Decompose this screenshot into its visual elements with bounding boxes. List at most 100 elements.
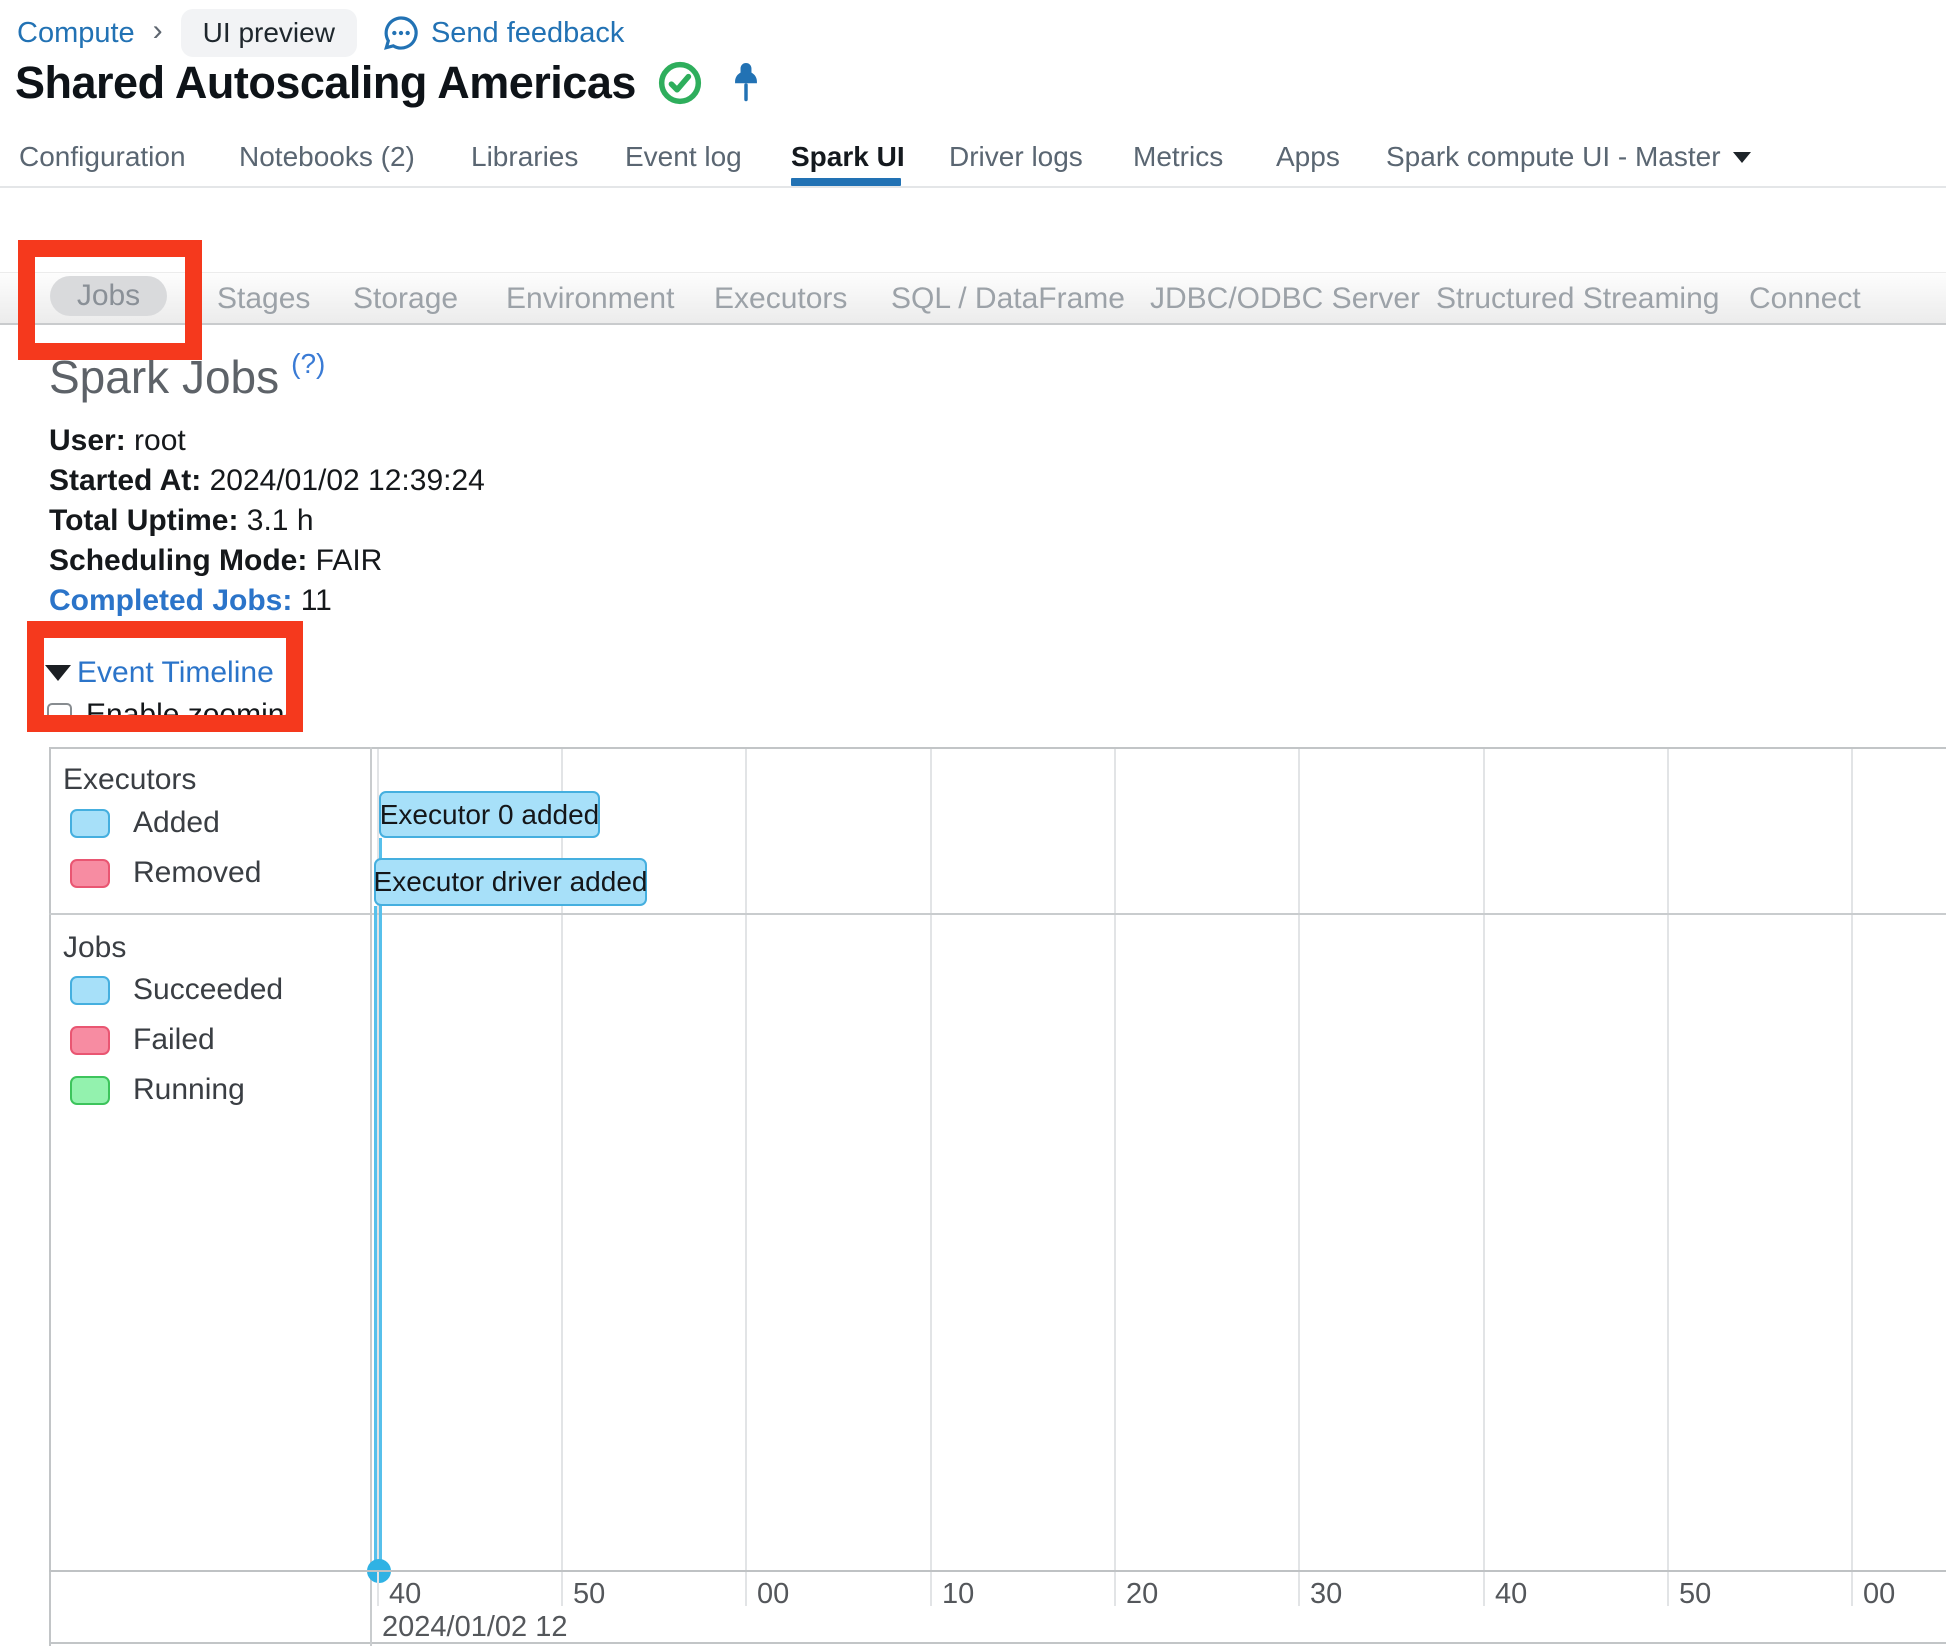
axis-tick	[930, 1572, 932, 1606]
chart-border-bottom	[49, 1642, 1946, 1644]
info-uptime-label: Total Uptime:	[49, 504, 239, 537]
event-line-executor-0	[379, 838, 382, 1570]
help-link[interactable]: (?)	[291, 348, 325, 379]
pin-icon[interactable]	[730, 60, 762, 106]
info-user-value: root	[134, 424, 186, 457]
info-user-label: User:	[49, 424, 126, 457]
title-row: Shared Autoscaling Americas	[15, 55, 762, 111]
legend-swatch-added	[70, 808, 110, 838]
legend-item-removed: Removed	[70, 856, 261, 890]
axis-tick	[377, 1572, 379, 1606]
subtab-jobs[interactable]: Jobs	[50, 276, 167, 316]
info-scheduling-value: FAIR	[315, 544, 383, 577]
axis-tick-label: 40	[1495, 1578, 1528, 1610]
legend-swatch-failed	[70, 1025, 110, 1055]
executors-jobs-divider	[49, 913, 1946, 915]
axis-tick	[1114, 1572, 1116, 1606]
axis-tick-label: 00	[757, 1578, 790, 1610]
breadcrumb: Compute › UI preview Send feedback	[17, 8, 624, 58]
subtab-environment[interactable]: Environment	[506, 279, 674, 319]
timeline-event-executor-driver-added[interactable]: Executor driver added	[374, 858, 647, 906]
tab-libraries[interactable]: Libraries	[471, 136, 578, 178]
legend-item-succeeded: Succeeded	[70, 973, 283, 1007]
gridline	[930, 749, 932, 1570]
tab-configuration[interactable]: Configuration	[19, 136, 186, 178]
info-completed-jobs: Completed Jobs: 11	[49, 584, 332, 617]
info-started-at: Started At: 2024/01/02 12:39:24	[49, 464, 485, 497]
page: Compute › UI preview Send feedback Share…	[0, 0, 1946, 1646]
completed-jobs-value: 11	[300, 584, 332, 617]
gridline	[1114, 749, 1116, 1570]
breadcrumb-chip-ui-preview: UI preview	[180, 9, 357, 57]
axis-tick	[1667, 1572, 1669, 1606]
axis-tick	[1298, 1572, 1300, 1606]
gridline	[1667, 749, 1669, 1570]
enable-zooming-label: Enable zooming	[86, 698, 302, 731]
info-started-value: 2024/01/02 12:39:24	[209, 464, 485, 497]
axis-tick-label: 40	[389, 1578, 422, 1610]
axis-tick-label: 20	[1126, 1578, 1159, 1610]
tab-spark-ui[interactable]: Spark UI	[791, 136, 905, 178]
axis-tick-label: 10	[942, 1578, 975, 1610]
legend-label-succeeded: Succeeded	[133, 973, 284, 1006]
event-timeline-toggle[interactable]: Event Timeline	[45, 656, 274, 690]
section-label-jobs: Jobs	[63, 931, 127, 964]
subtab-storage[interactable]: Storage	[353, 279, 458, 319]
subtab-structured-streaming[interactable]: Structured Streaming	[1436, 279, 1719, 319]
completed-jobs-link[interactable]: Completed Jobs:	[49, 584, 292, 617]
subtab-jdbc-odbc-server[interactable]: JDBC/ODBC Server	[1150, 279, 1420, 319]
breadcrumb-separator: ›	[152, 14, 163, 47]
tab-driver-logs[interactable]: Driver logs	[949, 136, 1083, 178]
status-running-check-icon	[658, 61, 701, 105]
timeline-event-executor-0-added[interactable]: Executor 0 added	[379, 791, 600, 838]
subtab-sql-dataframe[interactable]: SQL / DataFrame	[891, 279, 1125, 319]
subtab-connect[interactable]: Connect	[1749, 279, 1861, 319]
chart-border-left	[49, 747, 51, 1646]
send-feedback-label: Send feedback	[430, 16, 625, 49]
enable-zooming-row: Enable zooming	[47, 698, 301, 732]
legend-swatch-removed	[70, 858, 110, 888]
spark-jobs-heading: Spark Jobs (?)	[49, 348, 325, 404]
page-title: Shared Autoscaling Americas	[15, 57, 636, 108]
axis-tick	[745, 1572, 747, 1606]
tab-spark-compute-ui-master-label: Spark compute UI - Master	[1386, 141, 1721, 172]
info-user: User: root	[49, 424, 186, 457]
gridline	[745, 749, 747, 1570]
gridline	[1483, 749, 1485, 1570]
breadcrumb-compute-link[interactable]: Compute	[17, 17, 135, 50]
legend-column-divider	[370, 747, 372, 1646]
active-tab-underline	[791, 178, 901, 186]
axis-tick-label: 50	[1679, 1578, 1712, 1610]
legend-item-added: Added	[70, 806, 220, 840]
legend-swatch-running	[70, 1075, 110, 1105]
axis-tick	[1851, 1572, 1853, 1606]
tab-metrics[interactable]: Metrics	[1133, 136, 1223, 178]
legend-swatch-succeeded	[70, 975, 110, 1005]
legend-item-failed: Failed	[70, 1023, 215, 1057]
spark-subtab-bar: Jobs Stages Storage Environment Executor…	[0, 272, 1946, 325]
axis-tick	[561, 1572, 563, 1606]
chart-border-top	[49, 747, 1946, 749]
event-timeline-label: Event Timeline	[77, 656, 274, 689]
event-timeline-chart: Executors Added Removed Jobs Succeeded F…	[49, 747, 1946, 1646]
subtab-stages[interactable]: Stages	[217, 279, 310, 319]
tab-spark-compute-ui-master[interactable]: Spark compute UI - Master	[1386, 136, 1751, 178]
time-axis-line	[49, 1570, 1946, 1572]
tab-notebooks[interactable]: Notebooks (2)	[239, 136, 415, 178]
spark-jobs-heading-text: Spark Jobs	[49, 351, 280, 403]
axis-tick-label: 00	[1863, 1578, 1896, 1610]
tab-event-log[interactable]: Event log	[625, 136, 742, 178]
subtab-executors[interactable]: Executors	[714, 279, 847, 319]
info-started-label: Started At:	[49, 464, 202, 497]
info-uptime-value: 3.1 h	[246, 504, 314, 537]
collapse-triangle-icon	[45, 665, 71, 681]
enable-zooming-checkbox[interactable]	[47, 702, 72, 728]
tab-apps[interactable]: Apps	[1276, 136, 1340, 178]
info-scheduling-label: Scheduling Mode:	[49, 544, 308, 577]
info-scheduling-mode: Scheduling Mode: FAIR	[49, 544, 383, 577]
gridline	[1298, 749, 1300, 1570]
legend-label-running: Running	[133, 1073, 245, 1106]
axis-date-label: 2024/01/02 12	[382, 1611, 568, 1643]
tab-bar-divider	[0, 186, 1946, 188]
send-feedback-button[interactable]: Send feedback	[381, 13, 624, 53]
